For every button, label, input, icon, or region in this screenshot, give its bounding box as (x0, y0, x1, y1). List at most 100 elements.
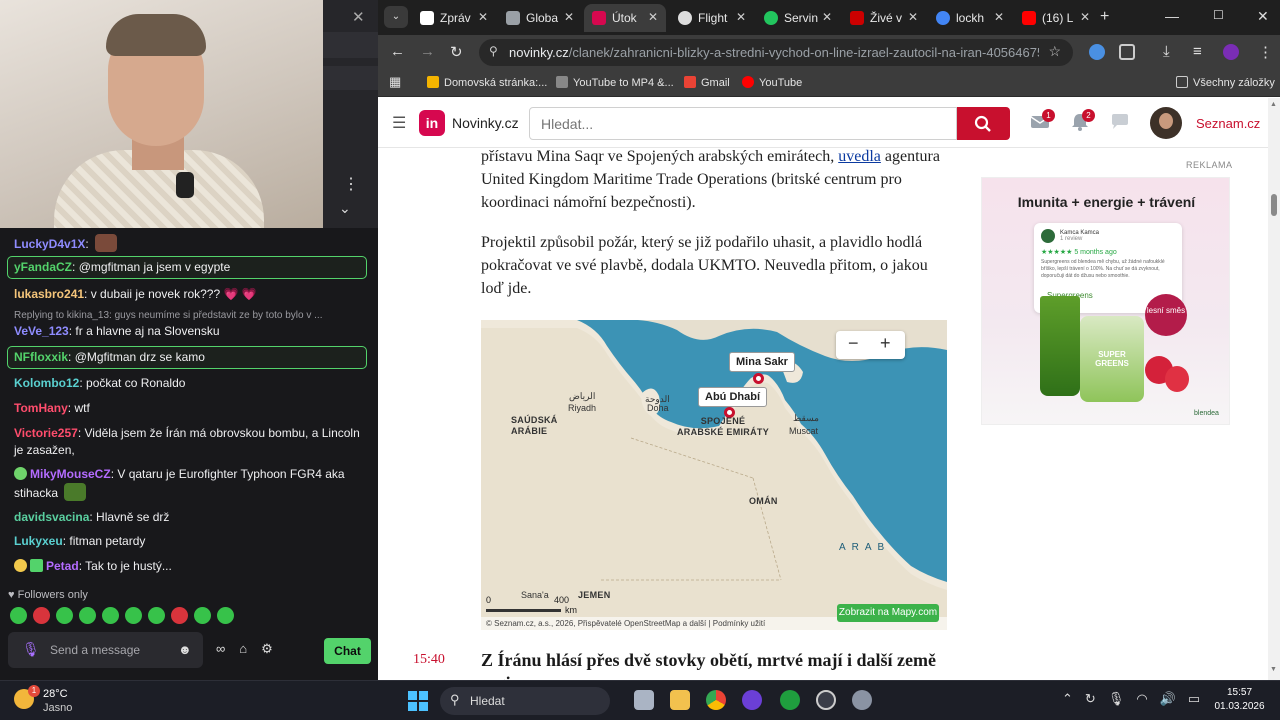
all-bookmarks-folder[interactable]: Všechny záložky (1176, 76, 1275, 89)
chat-username[interactable]: MikyMouseCZ (30, 467, 111, 481)
media-icon[interactable]: ≡ (1193, 43, 1202, 60)
puzzle-icon[interactable] (1119, 44, 1135, 60)
task-view-icon[interactable] (634, 690, 654, 710)
reply-context[interactable]: Replying to kikina_13: guys neumíme si p… (14, 310, 323, 321)
site-info-icon[interactable]: ⚲ (489, 44, 498, 58)
chat-username[interactable]: Kolombo12 (14, 376, 79, 390)
profile-icon[interactable] (1223, 44, 1239, 60)
bookmark-star-icon[interactable]: ☆ (1048, 43, 1061, 60)
open-in-mapy-button[interactable]: Zobrazit na Mapy.com (837, 604, 939, 622)
wifi-icon[interactable]: ◠ (1136, 691, 1147, 707)
sync-icon[interactable]: ↻ (1085, 691, 1096, 707)
map-zoom-out-button[interactable]: − (848, 333, 859, 354)
tab-close-icon[interactable]: ✕ (478, 10, 488, 24)
chevron-down-icon[interactable]: ⌄ (339, 200, 351, 217)
emote-icon[interactable] (102, 607, 119, 624)
bookmark-item[interactable]: Domovská stránka:... (427, 76, 547, 89)
tab[interactable]: Globa ✕ (498, 4, 582, 32)
infinity-icon[interactable]: ∞ (216, 641, 225, 657)
tab[interactable]: lockh ✕ (928, 4, 1012, 32)
scroll-down-icon[interactable]: ▼ (1270, 666, 1277, 673)
chat-username[interactable]: Petad (46, 559, 79, 573)
minimize-icon[interactable]: — (1165, 8, 1179, 24)
reload-icon[interactable]: ↻ (450, 43, 463, 61)
chat-username[interactable]: VeVe_123 (14, 324, 69, 338)
chat-username[interactable]: davidsvacina (14, 510, 89, 524)
bookmark-item[interactable]: YouTube (742, 76, 802, 89)
settings-icon[interactable] (852, 690, 872, 710)
tab-close-icon[interactable]: ✕ (564, 10, 574, 24)
search-button[interactable] (957, 107, 1010, 140)
chat-username[interactable]: Victorie257 (14, 426, 78, 440)
taskbar-clock[interactable]: 15:57 01.03.2026 (1212, 686, 1267, 714)
chat-username[interactable]: yFandaCZ (14, 260, 72, 274)
emoji-icon[interactable]: ☻ (178, 642, 192, 657)
new-tab-icon[interactable]: + (1100, 8, 1109, 26)
emote-icon[interactable] (125, 607, 142, 624)
back-icon[interactable]: ← (390, 43, 405, 60)
emote-icon[interactable] (56, 607, 73, 624)
chat-username[interactable]: lukasbro241 (14, 287, 84, 301)
forward-icon[interactable]: → (420, 43, 435, 60)
emote-icon[interactable] (148, 607, 165, 624)
apps-grid-icon[interactable]: ▦ (389, 74, 401, 90)
maximize-icon[interactable]: ☐ (1213, 8, 1224, 22)
scrollbar-thumb[interactable] (1271, 194, 1277, 216)
tab-close-icon[interactable]: ✕ (1080, 10, 1090, 24)
store-icon[interactable]: ⌂ (239, 641, 247, 657)
map-pin-label[interactable]: Mina Sakr (729, 352, 795, 372)
bookmark-item[interactable]: YouTube to MP4 &... (556, 76, 674, 89)
tab[interactable]: (16) L ✕ (1014, 4, 1098, 32)
chevron-up-icon[interactable]: ⌃ (1062, 691, 1073, 707)
start-button[interactable] (408, 691, 428, 711)
emote-icon[interactable] (79, 607, 96, 624)
page-scrollbar[interactable]: ▲ ▼ (1268, 98, 1280, 680)
tab-close-icon[interactable]: ✕ (736, 10, 746, 24)
microphone-icon[interactable]: 🎙 (22, 641, 40, 658)
speaker-icon[interactable]: 🔊 (1160, 691, 1176, 707)
map-pin-label[interactable]: Abú Dhabí (698, 387, 767, 407)
site-name[interactable]: Novinky.cz (452, 115, 519, 131)
scroll-up-icon[interactable]: ▲ (1270, 101, 1277, 108)
app-icon[interactable] (742, 690, 762, 710)
battery-icon[interactable]: ▭ (1188, 691, 1200, 707)
chat-bubble-icon[interactable] (1110, 113, 1130, 131)
advertisement[interactable]: Imunita + energie + trávení Kamca Kamca 1… (981, 177, 1230, 425)
tab-close-icon[interactable]: ✕ (908, 10, 918, 24)
address-bar[interactable]: ⚲ novinky.cz/clanek/zahranicni-blizky-a-… (479, 39, 1073, 66)
chat-username[interactable]: Lukyxeu (14, 534, 63, 548)
tab[interactable]: Živé v ✕ (842, 4, 926, 32)
microphone-icon[interactable]: 🎙 (1108, 691, 1125, 707)
avatar[interactable] (1150, 107, 1182, 139)
menu-icon[interactable]: ⋮ (1258, 43, 1273, 61)
tab-search-icon[interactable]: ⌄ (384, 6, 408, 28)
file-explorer-icon[interactable] (670, 690, 690, 710)
more-options-icon[interactable]: ⋮ (343, 174, 359, 194)
tab-close-icon[interactable]: ✕ (994, 10, 1004, 24)
novinky-logo[interactable]: in (419, 110, 445, 136)
search-input[interactable] (530, 108, 956, 139)
seznam-link[interactable]: Seznam.cz (1196, 116, 1260, 131)
emote-icon[interactable] (171, 607, 188, 624)
map-zoom-in-button[interactable]: + (880, 333, 891, 354)
article-link-uvedla[interactable]: uvedla (838, 148, 881, 165)
map-pin-icon[interactable] (753, 373, 764, 384)
tab[interactable]: Flight ✕ (670, 4, 754, 32)
taskbar-search[interactable]: ⚲ Hledat (440, 687, 610, 715)
emote-icon[interactable] (33, 607, 50, 624)
chat-username[interactable]: NFfloxxik (14, 350, 68, 364)
tab[interactable]: Zpráv ✕ (412, 4, 496, 32)
bookmark-item[interactable]: Gmail (684, 76, 730, 89)
hamburger-menu-icon[interactable]: ☰ (392, 113, 406, 133)
chrome-icon[interactable] (706, 690, 726, 710)
chat-input[interactable]: 🎙 Send a message ☻ (8, 632, 203, 668)
chat-username[interactable]: TomHany (14, 401, 68, 415)
close-icon[interactable]: ✕ (352, 8, 365, 26)
tab-active[interactable]: Útok ✕ (584, 4, 666, 32)
live-entry-headline[interactable]: Z Íránu hlásí přes dvě stovky obětí, mrt… (481, 649, 951, 680)
download-icon[interactable]: ⤓ (1163, 43, 1170, 60)
article-map[interactable]: − + Mina Sakr Abú Dhabí الرياض Riyadh ال… (481, 320, 947, 630)
emote-icon[interactable] (10, 607, 27, 624)
gear-icon[interactable]: ⚙ (261, 641, 273, 657)
window-close-icon[interactable]: ✕ (1257, 8, 1269, 25)
